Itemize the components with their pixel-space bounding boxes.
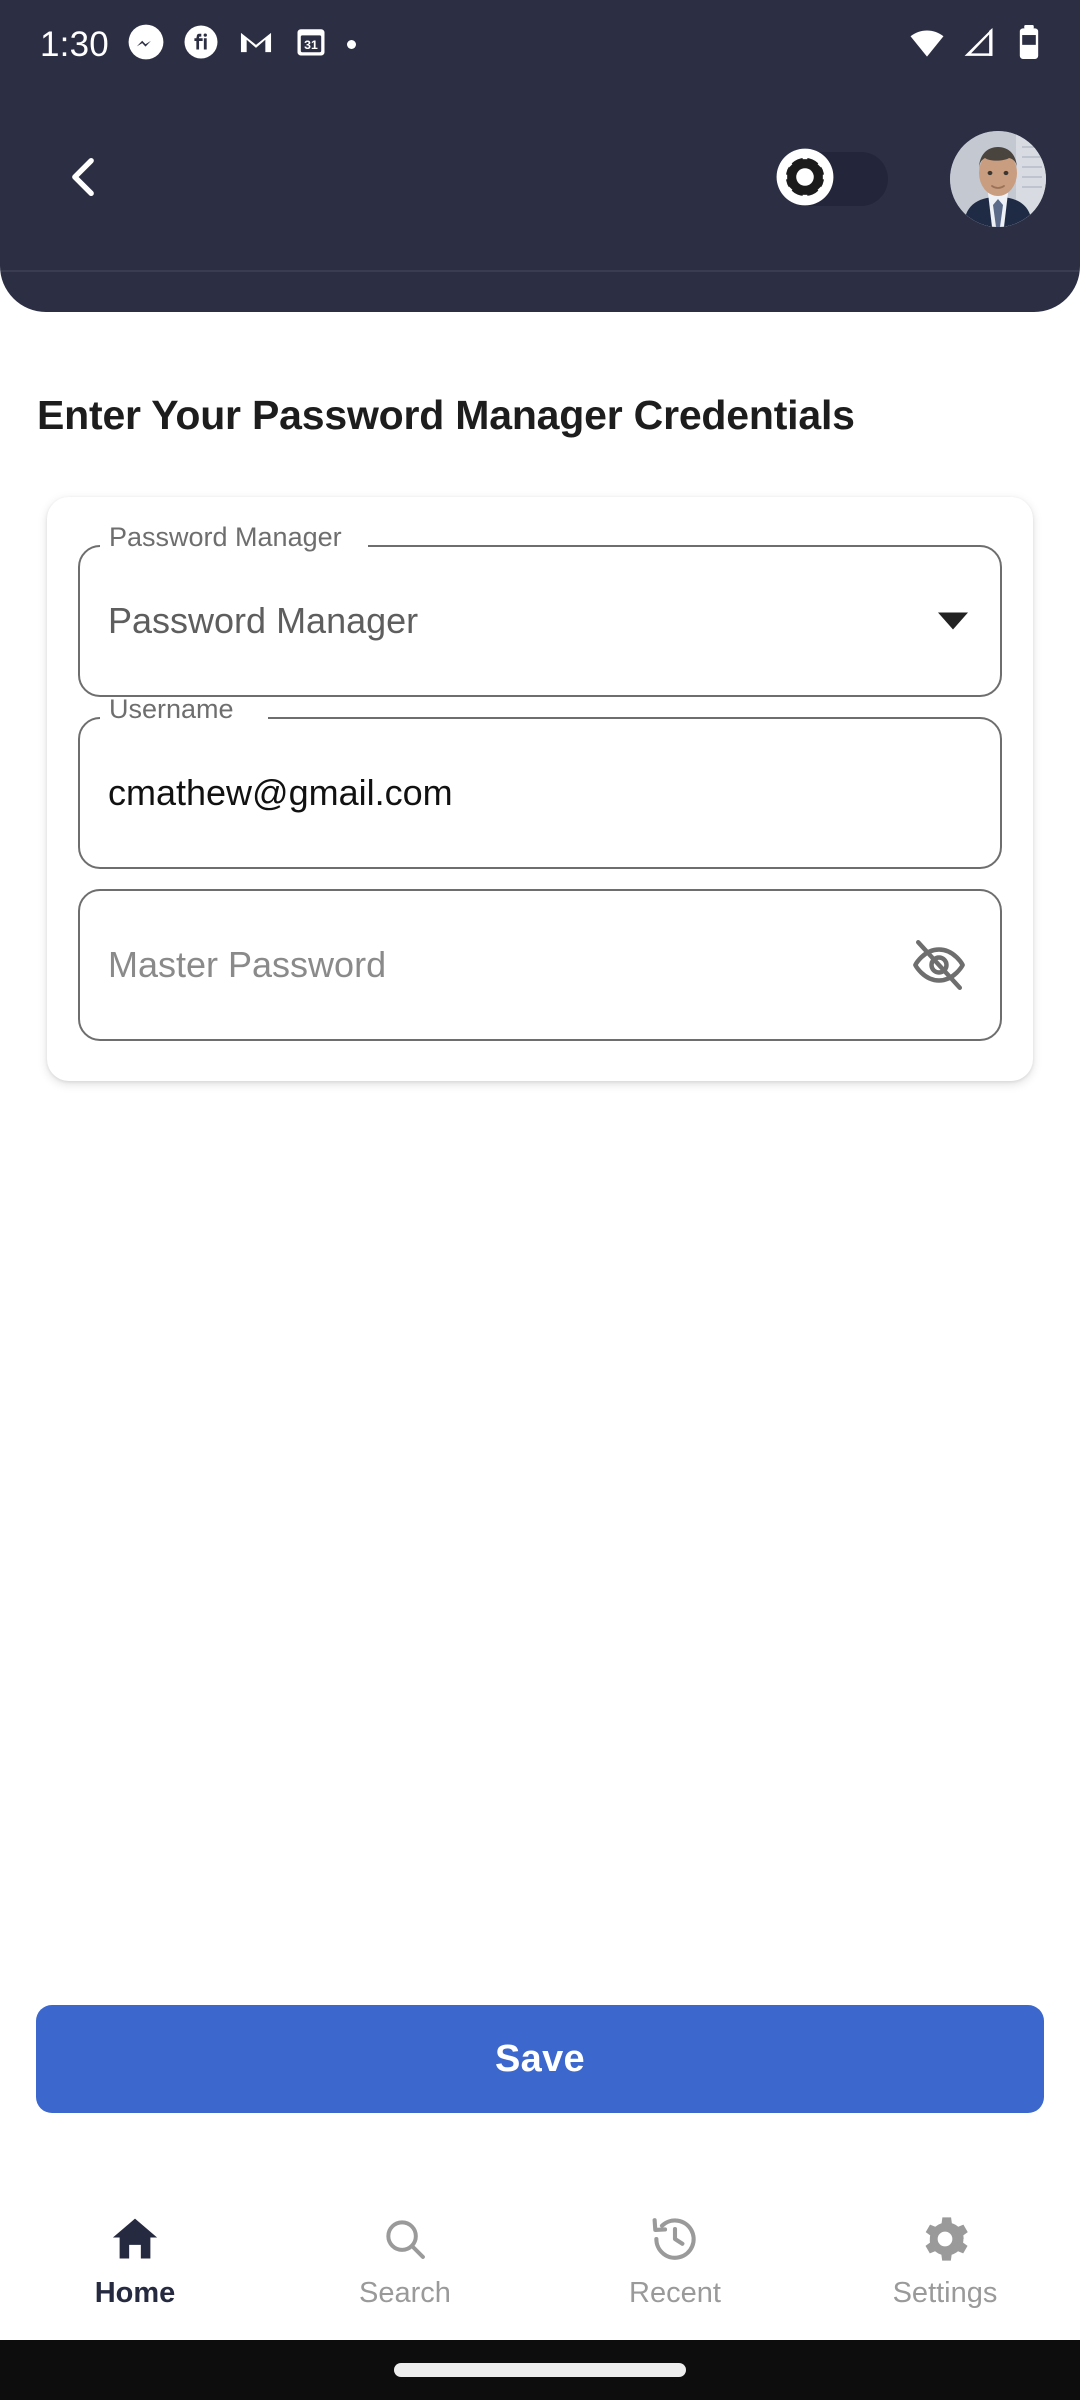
app-bar-row [0, 88, 1080, 270]
save-button[interactable]: Save [36, 2005, 1044, 2113]
app-bar-divider [0, 270, 1080, 272]
svg-text:31: 31 [304, 37, 318, 51]
chevron-left-icon [55, 149, 111, 210]
nav-item-settings[interactable]: Settings [810, 2185, 1080, 2340]
master-password-placeholder: Master Password [108, 944, 387, 986]
toggle-knob [772, 146, 838, 212]
status-bar-right [908, 23, 1046, 66]
home-gesture-pill[interactable] [394, 2363, 686, 2377]
password-manager-label: Password Manager [109, 522, 342, 552]
phone-screen: 1:30 31 Enter Your Password Manager Cred… [0, 0, 1080, 2400]
gmail-icon [237, 23, 275, 66]
page-title: Enter Your Password Manager Credentials [37, 392, 855, 438]
history-clock-icon [649, 2211, 701, 2267]
master-password-field[interactable]: Master Password [78, 889, 1002, 1041]
username-value: cmathew@gmail.com [108, 772, 453, 814]
battery-icon [1012, 23, 1046, 66]
theme-mode-toggle[interactable] [776, 148, 888, 206]
system-gesture-bar [0, 2340, 1080, 2400]
home-icon [109, 2211, 161, 2267]
visibility-off-icon[interactable] [910, 936, 968, 994]
password-manager-select[interactable]: Password Manager Password Manager [78, 524, 1002, 697]
search-icon [380, 2211, 430, 2267]
nav-label-settings: Settings [892, 2277, 998, 2309]
status-bar-left: 1:30 31 [40, 23, 356, 66]
nav-label-home: Home [94, 2277, 176, 2309]
credentials-card: Password Manager Password Manager Userna… [47, 497, 1033, 1081]
password-manager-value: Password Manager [108, 600, 419, 642]
calendar-icon: 31 [293, 24, 329, 65]
username-field[interactable]: Username cmathew@gmail.com [78, 696, 1002, 869]
nav-label-search: Search [359, 2277, 451, 2309]
more-notifications-dot-icon [346, 39, 356, 49]
user-avatar[interactable] [950, 131, 1046, 227]
bottom-navigation: Home Search Recent Settings [0, 2185, 1080, 2340]
status-time: 1:30 [40, 24, 109, 64]
cellular-signal-icon [960, 23, 998, 66]
username-label: Username [109, 694, 234, 724]
nav-item-recent[interactable]: Recent [540, 2185, 810, 2340]
brightness-sun-icon [774, 146, 836, 213]
nav-item-home[interactable]: Home [0, 2185, 270, 2340]
gear-icon [919, 2211, 971, 2267]
messenger-icon [127, 23, 165, 66]
nav-label-recent: Recent [629, 2277, 721, 2309]
chevron-down-icon[interactable] [938, 612, 968, 630]
status-bar: 1:30 31 [0, 0, 1080, 88]
wifi-icon [908, 23, 946, 66]
nav-item-search[interactable]: Search [270, 2185, 540, 2340]
fiverr-icon [183, 24, 219, 65]
back-button[interactable] [44, 140, 122, 218]
